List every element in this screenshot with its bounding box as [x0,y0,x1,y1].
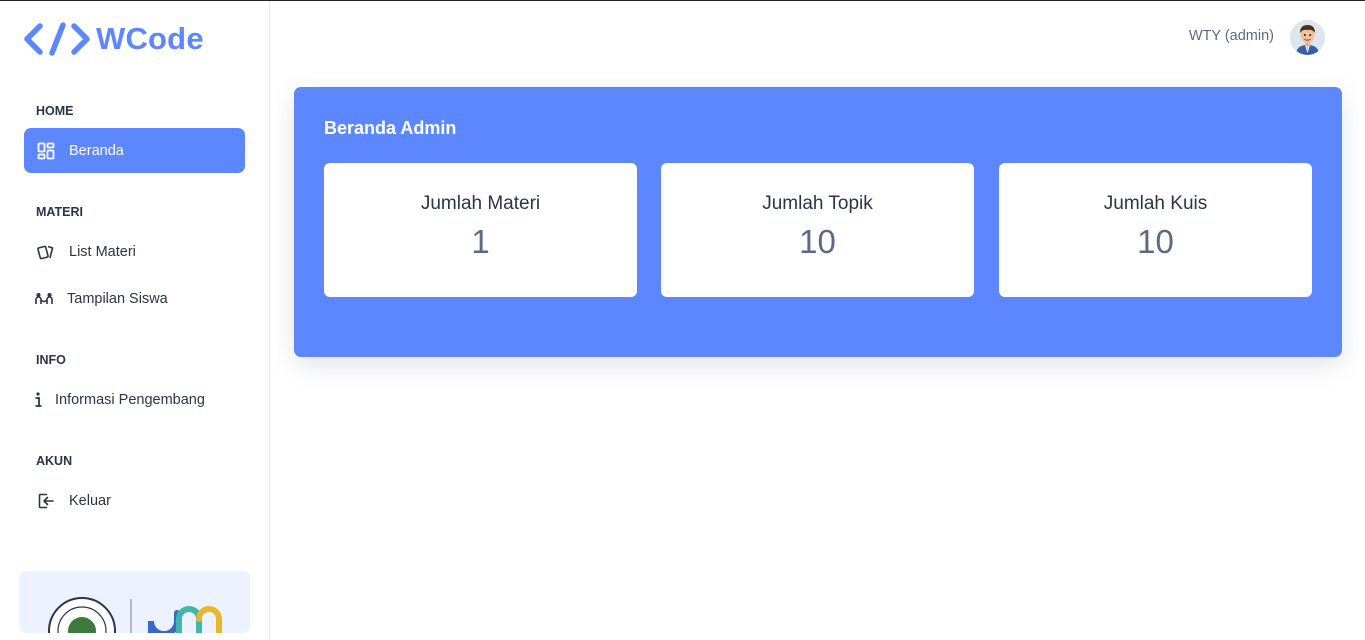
stat-value: 10 [1137,223,1174,260]
university-logo-box [19,571,250,633]
cards-icon [35,241,57,263]
top-header: WTY (admin) [271,1,1365,73]
nav-section-akun: AKUN [36,454,73,468]
admin-banner: Beranda Admin Jumlah Materi 1 Jumlah Top… [294,87,1342,357]
nav-section-materi: MATERI [36,205,83,219]
logout-icon [35,490,57,512]
sidebar-item-label: Tampilan Siswa [67,290,168,307]
sidebar-item-list-materi[interactable]: List Materi [24,229,245,274]
stat-label: Jumlah Kuis [1103,193,1208,214]
sidebar-item-label: Beranda [69,142,124,159]
dashboard-icon [35,140,57,162]
user-name[interactable]: WTY (admin) [1189,28,1274,44]
code-icon [24,22,90,56]
users-icon [33,288,55,310]
page-title: Beranda Admin [324,118,457,138]
brand-name: WCode [96,21,204,56]
user-avatar[interactable] [1290,20,1325,55]
stat-card-materi: Jumlah Materi 1 [324,163,637,297]
stat-value: 1 [471,223,490,260]
sidebar-item-label: Keluar [69,492,111,509]
nav-section-home: HOME [36,104,74,118]
stat-card-topik: Jumlah Topik 10 [661,163,974,297]
stat-label: Jumlah Materi [420,193,541,214]
sidebar-item-tampilan-siswa[interactable]: Tampilan Siswa [24,276,245,321]
university-logo [48,597,222,633]
sidebar-item-label: Informasi Pengembang [55,391,205,408]
stat-card-kuis: Jumlah Kuis 10 [999,163,1312,297]
sidebar-item-informasi-pengembang[interactable]: Informasi Pengembang [24,377,245,422]
brand-logo[interactable]: WCode [24,19,204,59]
nav-section-info: INFO [36,353,66,367]
info-icon [27,389,49,411]
sidebar: WCode HOME Beranda MATERI List Materi Ta… [0,1,270,640]
stat-label: Jumlah Topik [762,193,873,214]
sidebar-item-keluar[interactable]: Keluar [24,478,245,523]
stat-value: 10 [799,223,836,260]
sidebar-item-label: List Materi [69,243,136,260]
sidebar-item-beranda[interactable]: Beranda [24,128,245,173]
